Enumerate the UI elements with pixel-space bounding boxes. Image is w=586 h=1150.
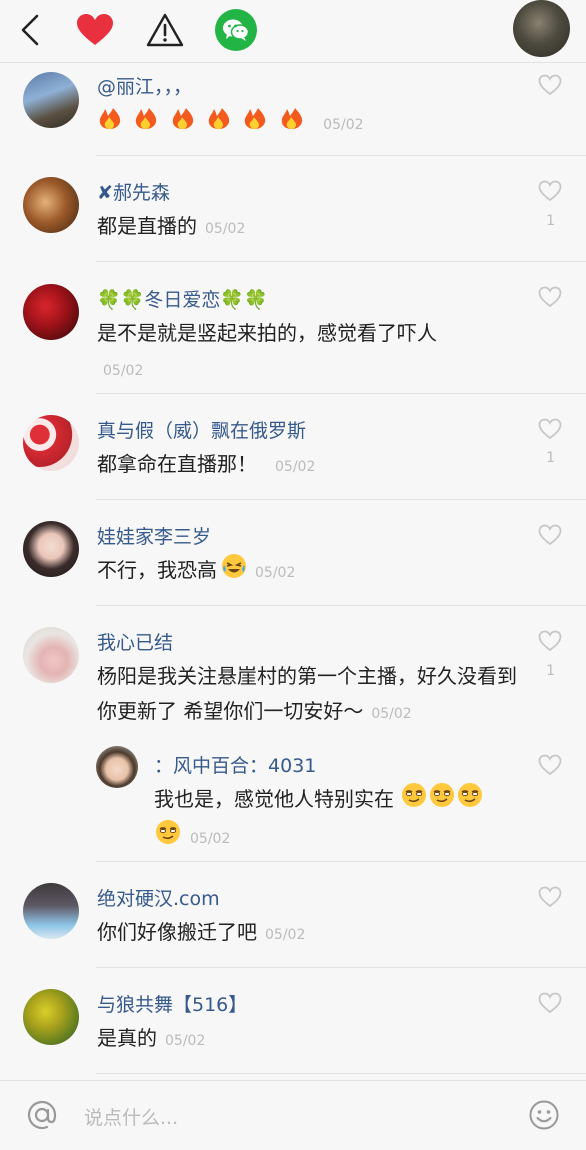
avatar[interactable] bbox=[23, 883, 79, 939]
comment-item: 🍀🍀冬日爱恋🍀🍀 是不是就是竖起来拍的，感觉看了吓人 05/02 bbox=[0, 262, 586, 394]
comment-body: 你们好像搬迁了吧 05/02 bbox=[97, 915, 305, 953]
top-bar bbox=[0, 0, 586, 63]
like-heart-icon[interactable] bbox=[538, 992, 562, 1014]
like-heart-icon[interactable] bbox=[538, 418, 562, 440]
comment-body: 是不是就是竖起来拍的，感觉看了吓人 05/02 bbox=[97, 316, 517, 389]
comment-item: 我心已结 杨阳是我关注悬崖村的第一个主播，好久没看到你更新了 希望你们一切安好～… bbox=[0, 606, 586, 862]
comment-item: 真与假（威）飘在俄罗斯 都拿命在直播那！ 05/02 1 bbox=[0, 394, 586, 500]
comment-text: 是真的 bbox=[97, 1026, 157, 1050]
smug-face-emoji-icon bbox=[154, 819, 182, 856]
like-heart-icon[interactable] bbox=[538, 630, 562, 652]
comment-text: 不行，我恐高 bbox=[97, 558, 217, 582]
fire-icon bbox=[170, 106, 196, 141]
comment-item: 与狼共舞【516】 是真的 05/02 bbox=[0, 968, 586, 1074]
comment-date: 05/02 bbox=[103, 363, 144, 379]
comment-body: 都是直播的 05/02 bbox=[97, 209, 245, 247]
comment-text: 是不是就是竖起来拍的，感觉看了吓人 bbox=[97, 321, 437, 345]
user-avatar[interactable] bbox=[513, 0, 570, 57]
comment-text: 杨阳是我关注悬崖村的第一个主播，好久没看到你更新了 希望你们一切安好～ bbox=[97, 664, 517, 723]
avatar[interactable] bbox=[23, 177, 79, 233]
comment-author[interactable]: ✘郝先森 bbox=[97, 178, 170, 205]
avatar[interactable] bbox=[23, 72, 79, 128]
reply-date: 05/02 bbox=[190, 831, 231, 847]
emoji-picker-icon[interactable] bbox=[528, 1099, 560, 1131]
reply-body: 我也是，感觉他人特别实在 05/02 bbox=[154, 782, 534, 857]
smug-face-emoji-icon bbox=[428, 782, 456, 819]
comment-text: 都拿命在直播那！ bbox=[97, 452, 257, 476]
fire-icon bbox=[206, 106, 232, 141]
comment-author[interactable]: @丽江，，， bbox=[97, 72, 192, 99]
divider bbox=[96, 1073, 586, 1074]
comment-item: 绝对硬汉.com 你们好像搬迁了吧 05/02 bbox=[0, 862, 586, 968]
comment-author[interactable]: 绝对硬汉.com bbox=[97, 884, 220, 911]
comment-item: 娃娃家李三岁 不行，我恐高 05/02 bbox=[0, 500, 586, 606]
like-heart-icon[interactable] bbox=[538, 74, 562, 96]
comment-date: 05/02 bbox=[255, 565, 296, 581]
comment-input-bar: 说点什么... bbox=[0, 1080, 586, 1150]
fire-icon bbox=[279, 106, 305, 141]
comment-date: 05/02 bbox=[275, 459, 316, 475]
at-mention-icon[interactable] bbox=[26, 1099, 58, 1131]
avatar[interactable] bbox=[23, 415, 79, 471]
like-count: 1 bbox=[546, 450, 555, 466]
laughing-crying-emoji-icon bbox=[221, 553, 247, 590]
avatar[interactable] bbox=[23, 989, 79, 1045]
comment-text: 都是直播的 bbox=[97, 214, 197, 238]
wechat-share-button[interactable] bbox=[214, 8, 258, 52]
warning-icon[interactable] bbox=[143, 8, 187, 52]
comment-body: 05/02 bbox=[97, 105, 364, 143]
comment-body: 是真的 05/02 bbox=[97, 1021, 205, 1059]
comment-date: 05/02 bbox=[371, 706, 412, 722]
comment-date: 05/02 bbox=[265, 927, 306, 943]
like-count: 1 bbox=[546, 213, 555, 229]
reply-text: 我也是，感觉他人特别实在 bbox=[154, 787, 394, 811]
comment-author[interactable]: 娃娃家李三岁 bbox=[97, 522, 211, 549]
comment-date: 05/02 bbox=[165, 1033, 206, 1049]
fire-emoji-row bbox=[97, 108, 315, 134]
comment-author[interactable]: 与狼共舞【516】 bbox=[97, 990, 247, 1017]
like-heart-icon[interactable] bbox=[538, 754, 562, 776]
comment-item: @丽江，，， 05/02 bbox=[0, 63, 586, 156]
comment-text: 你们好像搬迁了吧 bbox=[97, 920, 257, 944]
avatar[interactable] bbox=[23, 521, 79, 577]
comment-input[interactable]: 说点什么... bbox=[84, 1103, 178, 1130]
fire-icon bbox=[97, 106, 123, 141]
comment-date: 05/02 bbox=[323, 117, 364, 133]
reply-item: ：风中百合：4031 我也是，感觉他人特别实在 05/02 bbox=[96, 736, 586, 862]
comment-body: 都拿命在直播那！ 05/02 bbox=[97, 447, 315, 485]
like-heart-icon[interactable] bbox=[538, 286, 562, 308]
avatar[interactable] bbox=[23, 627, 79, 683]
like-count: 1 bbox=[546, 663, 555, 679]
comment-body: 不行，我恐高 05/02 bbox=[97, 553, 295, 591]
reply-author[interactable]: ：风中百合：4031 bbox=[154, 751, 316, 778]
back-arrow-icon[interactable] bbox=[8, 8, 52, 52]
reply-avatar[interactable] bbox=[96, 746, 138, 788]
comment-item: ✘郝先森 都是直播的 05/02 1 bbox=[0, 156, 586, 262]
heart-icon[interactable] bbox=[73, 8, 117, 52]
comment-author[interactable]: 🍀🍀冬日爱恋🍀🍀 bbox=[97, 285, 268, 312]
like-heart-icon[interactable] bbox=[538, 180, 562, 202]
comment-date: 05/02 bbox=[205, 221, 246, 237]
like-heart-icon[interactable] bbox=[538, 524, 562, 546]
comment-author[interactable]: 真与假（威）飘在俄罗斯 bbox=[97, 416, 306, 443]
fire-icon bbox=[133, 106, 159, 141]
avatar[interactable] bbox=[23, 284, 79, 340]
wechat-icon bbox=[215, 9, 257, 51]
fire-icon bbox=[242, 106, 268, 141]
smug-face-emoji-icon bbox=[400, 782, 428, 819]
comment-body: 杨阳是我关注悬崖村的第一个主播，好久没看到你更新了 希望你们一切安好～ 05/02 bbox=[97, 659, 517, 732]
smug-face-emoji-icon bbox=[456, 782, 484, 819]
comment-author[interactable]: 我心已结 bbox=[97, 628, 173, 655]
like-heart-icon[interactable] bbox=[538, 886, 562, 908]
